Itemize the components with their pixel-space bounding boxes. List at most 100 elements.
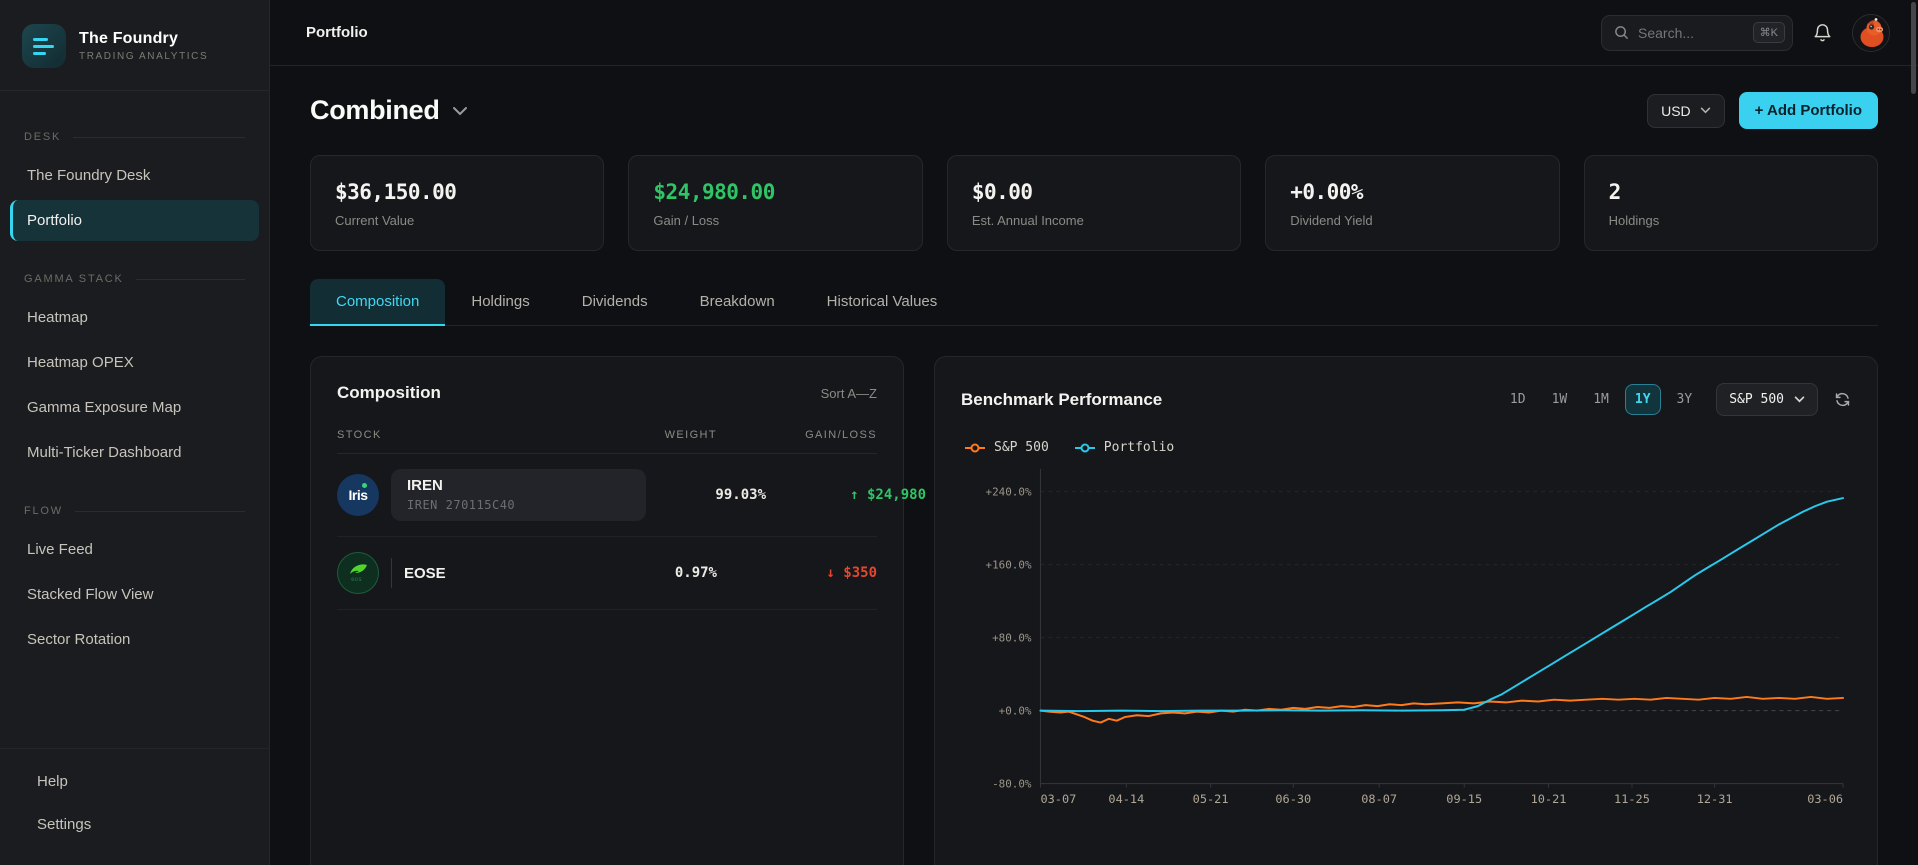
portfolio-marker-icon xyxy=(1074,446,1095,449)
iren-logo-icon: Iris xyxy=(337,474,379,516)
svg-text:+240.0%: +240.0% xyxy=(986,486,1032,499)
stat-label: Est. Annual Income xyxy=(971,213,1084,228)
search-box[interactable]: ⌘K xyxy=(1601,14,1793,51)
search-shortcut-badge: ⌘K xyxy=(1752,22,1785,43)
sidebar-item-help[interactable]: Help xyxy=(20,761,249,802)
composition-panel: Composition Sort A—Z STOCK WEIGHT GAIN/L… xyxy=(310,356,926,865)
column-gain-loss: GAIN/LOSS xyxy=(805,429,877,441)
svg-text:06-30: 06-30 xyxy=(1275,792,1311,806)
table-row[interactable]: Iris IREN IREN 270115C40 99.03% ↑ $24,98… xyxy=(337,454,926,537)
section-label-gamma-stack: GAMMA STACK xyxy=(0,259,269,295)
search-input[interactable] xyxy=(1638,24,1744,41)
stat-value: 2 xyxy=(1608,180,1622,204)
user-avatar[interactable] xyxy=(1852,13,1890,52)
sidebar-item-gamma-exposure-map[interactable]: Gamma Exposure Map xyxy=(10,387,259,428)
sidebar-item-live-feed[interactable]: Live Feed xyxy=(10,529,259,570)
svg-text:+80.0%: +80.0% xyxy=(992,632,1032,645)
refresh-button[interactable] xyxy=(1834,391,1851,408)
stat-card-gain-loss: $24,980.00 Gain / Loss xyxy=(628,155,923,251)
range-button-1y[interactable]: 1Y xyxy=(1624,384,1661,415)
range-button-1w[interactable]: 1W xyxy=(1542,384,1578,415)
stat-card-est-annual-income: $0.00 Est. Annual Income xyxy=(946,155,1242,251)
bell-icon xyxy=(1814,23,1831,41)
sidebar: The Foundry TRADING ANALYTICS DESK The F… xyxy=(0,0,270,865)
content: Combined USD + Add Portfolio $36,150.00 … xyxy=(270,66,1918,865)
stat-value: +0.00% xyxy=(1290,180,1364,204)
stat-label: Holdings xyxy=(1608,213,1660,228)
stock-weight: 0.97% xyxy=(674,565,717,581)
stock-gain: ↑ $24,980 xyxy=(850,487,926,503)
sidebar-item-heatmap[interactable]: Heatmap xyxy=(10,297,259,338)
brand-name: The Foundry xyxy=(79,30,179,47)
sidebar-footer: Help Settings xyxy=(0,748,269,865)
tab-holdings[interactable]: Holdings xyxy=(445,279,555,326)
portfolio-selector[interactable]: Combined xyxy=(310,95,468,126)
brand: The Foundry TRADING ANALYTICS xyxy=(0,0,269,91)
sidebar-item-foundry-desk[interactable]: The Foundry Desk xyxy=(10,155,259,196)
svg-text:08-07: 08-07 xyxy=(1361,792,1397,806)
tab-composition[interactable]: Composition xyxy=(310,279,446,326)
stat-card-holdings: 2 Holdings xyxy=(1583,155,1879,251)
legend-item-sp500: S&P 500 xyxy=(965,440,1049,455)
tab-breakdown[interactable]: Breakdown xyxy=(674,279,801,326)
section-label-flow: FLOW xyxy=(0,491,269,527)
svg-text:+0.0%: +0.0% xyxy=(999,705,1032,718)
table-row[interactable]: eos EOSE 0.97% ↓ $350 xyxy=(337,537,877,610)
legend-item-portfolio: Portfolio xyxy=(1074,440,1174,455)
avatar-pig-image xyxy=(1853,14,1889,51)
benchmark-title: Benchmark Performance xyxy=(961,389,1163,409)
main-area: Portfolio ⌘K xyxy=(270,0,1918,865)
sidebar-nav: DESK The Foundry Desk Portfolio GAMMA ST… xyxy=(0,91,269,865)
stats-row: $36,150.00 Current Value $24,980.00 Gain… xyxy=(310,155,1879,251)
currency-select[interactable]: USD xyxy=(1647,93,1725,128)
foundry-logo-icon xyxy=(22,24,66,68)
sidebar-item-sector-rotation[interactable]: Sector Rotation xyxy=(10,619,259,660)
tab-historical-values[interactable]: Historical Values xyxy=(801,279,964,326)
svg-text:03-07: 03-07 xyxy=(1040,792,1076,806)
stat-value: $0.00 xyxy=(971,180,1033,204)
sp500-marker-icon xyxy=(965,446,985,449)
sidebar-item-portfolio[interactable]: Portfolio xyxy=(10,200,259,241)
section-label-desk: DESK xyxy=(0,117,269,153)
stock-ticker: EOSE xyxy=(404,564,446,582)
app-root: The Foundry TRADING ANALYTICS DESK The F… xyxy=(0,0,1918,865)
stock-ticker: IREN xyxy=(407,477,443,494)
sidebar-item-settings[interactable]: Settings xyxy=(20,804,249,845)
range-button-1d[interactable]: 1D xyxy=(1500,384,1536,415)
range-button-1m[interactable]: 1M xyxy=(1583,384,1619,415)
svg-text:12-31: 12-31 xyxy=(1697,792,1733,806)
range-button-3y[interactable]: 3Y xyxy=(1667,384,1703,415)
stock-contract: IREN 270115C40 xyxy=(407,498,516,512)
column-stock: STOCK xyxy=(337,429,382,441)
chart-legend: S&P 500 Portfolio xyxy=(961,440,1851,455)
eose-logo-icon: eos xyxy=(337,552,379,594)
scrollbar[interactable] xyxy=(1911,2,1916,94)
divider xyxy=(391,558,392,588)
svg-text:eos: eos xyxy=(351,576,362,583)
svg-text:03-06: 03-06 xyxy=(1807,792,1843,806)
search-icon xyxy=(1615,26,1629,40)
stat-label: Current Value xyxy=(335,213,415,228)
stat-value: $24,980.00 xyxy=(653,180,775,204)
sidebar-item-stacked-flow-view[interactable]: Stacked Flow View xyxy=(10,574,259,615)
chevron-down-icon xyxy=(1794,396,1805,403)
column-weight: WEIGHT xyxy=(664,429,717,441)
benchmark-select[interactable]: S&P 500 xyxy=(1716,383,1818,416)
notifications-button[interactable] xyxy=(1813,23,1832,43)
sidebar-item-multi-ticker-dashboard[interactable]: Multi-Ticker Dashboard xyxy=(10,432,259,473)
page-breadcrumb-title: Portfolio xyxy=(306,24,368,41)
tabs: Composition Holdings Dividends Breakdown… xyxy=(310,279,1878,326)
stat-label: Dividend Yield xyxy=(1290,213,1373,228)
add-portfolio-button[interactable]: + Add Portfolio xyxy=(1738,92,1878,129)
svg-text:04-14: 04-14 xyxy=(1108,792,1144,806)
svg-text:11-25: 11-25 xyxy=(1614,792,1650,806)
svg-text:10-21: 10-21 xyxy=(1531,792,1567,806)
stat-value: $36,150.00 xyxy=(335,180,457,204)
tab-dividends[interactable]: Dividends xyxy=(556,279,674,326)
svg-text:-80.0%: -80.0% xyxy=(992,778,1032,791)
benchmark-panel: Benchmark Performance 1D 1W 1M 1Y 3Y S&P… xyxy=(934,356,1878,865)
sidebar-item-heatmap-opex[interactable]: Heatmap OPEX xyxy=(10,342,259,383)
chevron-down-icon xyxy=(1700,107,1710,114)
benchmark-chart[interactable]: +240.0% +160.0% +80.0% +0.0% -80.0% 03-07 04-1… xyxy=(961,461,1851,813)
sort-a-z-button[interactable]: Sort A—Z xyxy=(821,386,877,401)
